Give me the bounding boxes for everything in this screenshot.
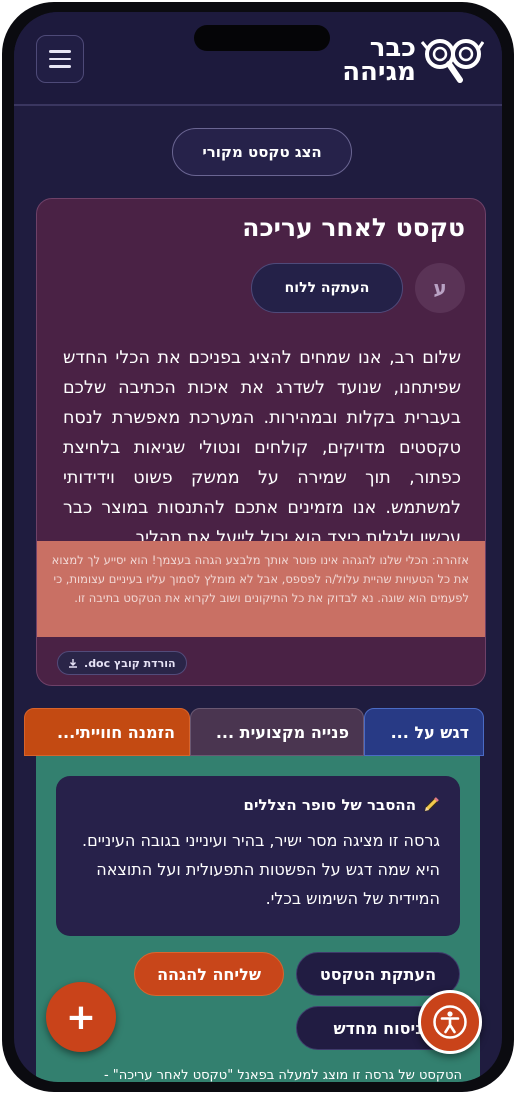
menu-button[interactable] [36, 35, 84, 83]
copy-to-clipboard-button[interactable]: העתקה ללוח [251, 263, 403, 313]
logo-text: כבר מגיהה [342, 33, 416, 87]
tab-professional-request[interactable]: פנייה מקצועית ... [190, 708, 364, 756]
magnifier-glasses-icon [420, 39, 484, 83]
pencil-icon [424, 797, 439, 812]
camera-notch [194, 25, 330, 51]
app-screen: כבר מגיהה הצג טקסט מקורי טקסט לאחר עריכה… [14, 12, 502, 1082]
accessibility-button[interactable] [418, 990, 482, 1054]
explanation-body: גרסה זו מציגה מסר ישיר, בהיר ועינייני בג… [82, 831, 440, 908]
explanation-title: ההסבר של סופר הצללים [244, 796, 440, 814]
proofreading-warning: אזהרה: הכלי שלנו להגהה אינו פוטר אותך מל… [37, 541, 485, 637]
app-logo[interactable]: כבר מגיהה [342, 32, 484, 88]
hamburger-icon [49, 50, 71, 53]
download-label: הורדת קובץ doc. [84, 656, 176, 670]
accessibility-icon [433, 1005, 467, 1039]
copy-text-button[interactable]: העתקת הטקסט [296, 952, 460, 996]
hebrew-letter-icon: ע [433, 276, 447, 300]
edited-text-title: טקסט לאחר עריכה [242, 213, 465, 242]
tab-emphasis[interactable]: דגש על ... [364, 708, 484, 756]
edited-text-card: טקסט לאחר עריכה העתקה ללוח ע שלום רב, אנ… [36, 198, 486, 686]
download-icon [69, 659, 77, 668]
edited-text-body[interactable]: שלום רב, אנו שמחים להציג בפניכם את הכלי … [63, 343, 461, 553]
tab-experiential-invite[interactable]: הזמנה חווייתי... [24, 708, 190, 756]
font-toggle-button[interactable]: ע [415, 263, 465, 313]
add-button[interactable]: + [46, 982, 116, 1052]
explanation-box: ההסבר של סופר הצללים גרסה זו מציגה מסר י… [56, 776, 460, 936]
show-original-button[interactable]: הצג טקסט מקורי [172, 128, 352, 176]
phone-frame: כבר מגיהה הצג טקסט מקורי טקסט לאחר עריכה… [2, 2, 514, 1092]
panel-footer-text: הטקסט של גרסה זו מוצג למעלה בפאנל "טקסט … [103, 1068, 462, 1082]
send-to-proofread-button[interactable]: שליחה להגהה [134, 952, 284, 996]
download-doc-button[interactable]: הורדת קובץ doc. [57, 651, 187, 675]
variant-tabs: הזמנה חווייתי... פנייה מקצועית ... דגש ע… [24, 708, 484, 756]
